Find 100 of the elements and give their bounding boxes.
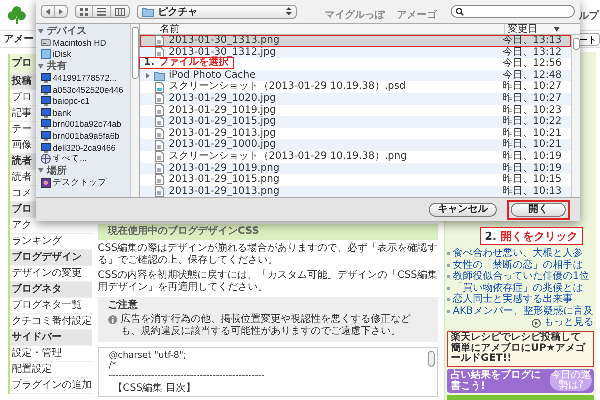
callout-number: 2. bbox=[485, 230, 497, 242]
sidebar-title: プロ bbox=[12, 56, 32, 71]
file-row[interactable]: 2013-01-30_1313.png 今日、13:13 bbox=[140, 35, 571, 47]
image-file-icon bbox=[154, 82, 165, 93]
search-field[interactable] bbox=[451, 5, 575, 18]
news-link[interactable]: 恋人同士と実感する出来事 bbox=[453, 294, 573, 306]
file-name: 2013-01-30_1312.jpg bbox=[169, 46, 276, 58]
sidebar-location-item[interactable]: dell320-2ca9466 bbox=[38, 142, 130, 154]
folder-icon bbox=[154, 70, 165, 82]
file-row[interactable]: 2013-01-29_1000.jpg 昨日、10:21 bbox=[140, 139, 571, 151]
sidebar-section-title: 場所 bbox=[47, 164, 67, 178]
news-link[interactable]: 「買い物依存症」の兆候とは bbox=[453, 282, 583, 294]
sidebar-link[interactable]: ブログネタ一覧 bbox=[12, 298, 82, 314]
fortune-banner[interactable]: 占い結果をブログに書こう! 今日の運勢は? bbox=[447, 368, 594, 392]
header-link[interactable]: ルプ bbox=[579, 9, 599, 23]
file-date: 今日、12:48 bbox=[503, 70, 563, 81]
notice-text: 広告を消す行為の他、掲載位置変更や視認性を悪くする修正なども、規約違反に該当する可能性がありますのでご遠慮下さい。 bbox=[121, 314, 412, 338]
file-row[interactable]: 2013-01-29_1020.jpg 昨日、10:27 bbox=[140, 92, 571, 105]
news-link[interactable]: 食べ合わせ悪い、大根と人参 bbox=[453, 248, 583, 260]
sidebar-location-item[interactable]: iDisk bbox=[38, 48, 130, 60]
desktop-icon bbox=[41, 178, 51, 188]
sidebar-link[interactable]: クチコミ番付設定 bbox=[12, 314, 92, 330]
file-date: 昨日、10:21 bbox=[503, 128, 563, 139]
sidebar-heading: ブログデザイン bbox=[12, 250, 82, 265]
sidebar-location-item[interactable]: すべて... bbox=[38, 153, 130, 165]
file-date: 昨日、10:15 bbox=[503, 174, 563, 186]
css-editor-field[interactable]: @charset "utf-8"; /* ------------------------------------------------ 【CSS編集 目次】 bbox=[98, 347, 438, 397]
scrollbar-thumb[interactable] bbox=[132, 27, 139, 79]
sidebar-link[interactable]: 設定・管理 bbox=[12, 346, 62, 362]
sidebar-heading: ブログネタ bbox=[12, 282, 62, 297]
scrollbar-thumb[interactable] bbox=[428, 351, 435, 367]
back-arrow-icon bbox=[46, 8, 50, 14]
disclosure-triangle-icon bbox=[38, 168, 44, 174]
sidebar-link[interactable]: ブロ bbox=[12, 90, 32, 106]
image-file-icon bbox=[154, 151, 165, 162]
open-button[interactable]: 開く bbox=[511, 202, 566, 216]
sidebar-link[interactable]: コメ bbox=[12, 186, 32, 202]
sidebar-link[interactable]: 記事 bbox=[12, 106, 32, 122]
sidebar-location-item[interactable]: bank bbox=[38, 106, 130, 119]
image-file-icon bbox=[154, 174, 165, 186]
sidebar-location-item[interactable]: 441991778572... bbox=[38, 72, 130, 84]
code-line: 【CSS編集 目次】 bbox=[113, 383, 197, 394]
sidebar-location-item[interactable]: Macintosh HD bbox=[38, 37, 130, 49]
location-popup[interactable]: ピクチャ bbox=[137, 4, 297, 18]
cancel-button[interactable]: キャンセル bbox=[429, 202, 497, 216]
sidebar-link[interactable]: テー bbox=[12, 122, 32, 138]
news-link[interactable]: 教師役似合っていた俳優の1位 bbox=[453, 271, 590, 282]
file-row[interactable]: iPod Photo Cache 今日、12:48 bbox=[140, 70, 571, 82]
file-date: 昨日、10:27 bbox=[503, 92, 563, 105]
promo-banner[interactable] bbox=[447, 394, 594, 400]
sidebar-location-item[interactable]: a053c452520e446 bbox=[38, 84, 130, 96]
view-mode-buttons[interactable] bbox=[75, 5, 130, 18]
file-date: 昨日、10:13 bbox=[503, 186, 563, 197]
sidebar-link[interactable]: 読者 bbox=[12, 170, 32, 186]
file-row[interactable]: 2013-01-29_1019.jpg 昨日、10:23 bbox=[140, 104, 571, 116]
more-link[interactable]: もっと見る bbox=[544, 317, 594, 329]
callout-text: 開くをクリック bbox=[500, 228, 578, 244]
sidebar-link[interactable]: 配置設定 bbox=[12, 362, 52, 378]
sidebar-link[interactable]: ランキング bbox=[12, 234, 62, 250]
file-row[interactable]: 2013-01-29_1013.jpg 昨日、10:21 bbox=[140, 128, 571, 140]
sidebar-link[interactable]: デザインの変更 bbox=[12, 266, 82, 282]
column-header[interactable]: 名前 bbox=[140, 24, 504, 34]
file-name: iPod Photo Cache bbox=[169, 70, 256, 82]
news-link[interactable]: 女性の「禁断の恋」の相手は bbox=[453, 260, 583, 271]
image-file-icon bbox=[154, 140, 165, 151]
sidebar-location-item[interactable]: brn001ba92c74ab bbox=[38, 118, 130, 130]
sidebar-location-item[interactable]: デスクトップ bbox=[38, 176, 130, 189]
file-row[interactable]: 2013-01-29_1013.png 昨日、10:13 bbox=[140, 186, 571, 197]
image-file-icon bbox=[154, 162, 165, 174]
sidebar-location-item[interactable]: baiopc-c1 bbox=[38, 95, 130, 107]
sidebar-link[interactable]: 画像 bbox=[12, 138, 32, 154]
sidebar-link[interactable]: プラグインの追加 bbox=[12, 378, 92, 394]
folder-icon bbox=[142, 6, 154, 16]
file-row[interactable]: スクリーンショット（2013-01-29 10.19.38）.png 昨日、10:19 bbox=[140, 150, 571, 163]
sidebar-link[interactable]: アク bbox=[12, 218, 32, 234]
file-row[interactable]: 2013-01-29_1015.png 昨日、10:15 bbox=[140, 174, 571, 186]
grid-view-icon bbox=[80, 8, 88, 16]
code-line: /* bbox=[109, 361, 118, 371]
file-date: 昨日、10:23 bbox=[503, 104, 563, 116]
file-name: 2013-01-29_1019.png bbox=[169, 162, 280, 174]
recipe-banner[interactable]: 楽天レシピでレシピ投稿して 簡単にアメブロにUP★アメゴールドGET!! bbox=[447, 331, 594, 366]
file-row[interactable]: 2013-01-30_1312.jpg 今日、13:12 bbox=[140, 46, 571, 58]
file-date: 今日、13:13 bbox=[503, 35, 563, 47]
file-row[interactable]: 2013-01-29_1015.jpg 昨日、10:22 bbox=[140, 116, 571, 128]
scrollbar-thumb[interactable] bbox=[573, 38, 580, 50]
nav-menu-item[interactable]: アメー bbox=[4, 32, 34, 46]
file-name: 2013-01-29_1013.png bbox=[169, 186, 280, 197]
file-date: 昨日、10:27 bbox=[503, 81, 563, 93]
file-row[interactable]: スクリーンショット（2013-01-29 10.19.38）.psd 昨日、10:27 bbox=[140, 81, 571, 93]
code-line: @charset "utf-8"; bbox=[109, 351, 188, 361]
back-forward-buttons[interactable] bbox=[41, 5, 68, 18]
monitor-icon bbox=[41, 108, 51, 118]
sidebar-heading: ブロ bbox=[12, 202, 32, 217]
file-name: 2013-01-29_1015.jpg bbox=[169, 116, 276, 128]
sidebar-location-item[interactable]: brn001ba9a5fa6b bbox=[38, 130, 130, 142]
news-link[interactable]: AKBメンバー、整形疑惑に言及 bbox=[453, 306, 594, 317]
file-row[interactable]: 2013-01-29_1019.png 昨日、10:19 bbox=[140, 162, 571, 174]
hard-drive-icon bbox=[41, 38, 51, 48]
code-line: ------------------------------------------------ bbox=[109, 371, 266, 381]
column-header[interactable]: 変更日 bbox=[504, 24, 580, 34]
